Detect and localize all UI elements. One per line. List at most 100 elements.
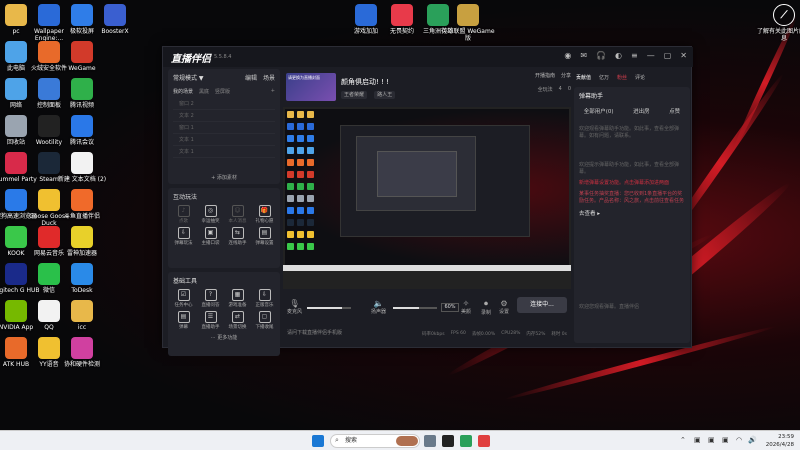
danmaku-panel: 弹幕助手 全部用户(0) 进出房 点赞 欢迎观看弹幕助手功能。如此事，查看全部弹… (574, 87, 690, 343)
scene-tab[interactable]: 竖屏版 (215, 88, 230, 95)
close-icon[interactable]: ✕ (680, 51, 687, 60)
tool-button[interactable]: ⇩ 正版音乐 (251, 289, 278, 308)
add-scene-icon[interactable]: + (271, 88, 275, 95)
guide-button[interactable]: 开播指南 (535, 72, 555, 79)
tool-button[interactable]: ◎ 幸运抽奖 (197, 205, 224, 224)
record-button[interactable]: ⏺ 录制 (481, 299, 491, 316)
more-tools-button[interactable]: ⋯ 更多功能 (168, 334, 280, 341)
taskbar-clock[interactable]: 23:59 2026/4/28 (766, 433, 794, 449)
delta-force-taskbar-icon[interactable] (460, 435, 472, 447)
beauty-button[interactable]: ✧ 美颜 (461, 299, 471, 315)
fans-tab[interactable]: 粉丝 (617, 74, 627, 81)
tool-button[interactable]: 🎁 礼物心愿 (251, 205, 278, 224)
stat-fps: FPS 60 (450, 331, 466, 336)
tool-button[interactable]: ♪ 点歌 (170, 205, 197, 224)
live-companion-window[interactable]: 直播伴侣 5.5.8.4 ◉ ✉ 🎧 ◐ ≡ — ▢ ✕ 常规模式 ▼ 编辑 场… (162, 46, 693, 356)
app-tray-icon[interactable]: ▣ (708, 436, 715, 444)
preview-desktop-icon (307, 111, 314, 118)
tool-button[interactable]: ⇆ 连线助手 (224, 227, 251, 246)
volume-icon[interactable]: 🔊 (748, 436, 757, 444)
speaker-volume-slider[interactable] (393, 307, 437, 309)
view-task-button[interactable]: 去查看 ▸ (574, 207, 690, 219)
start-live-button[interactable]: 连接中... (517, 297, 567, 313)
desktop-shortcut[interactable]: icc (54, 300, 110, 331)
app-tray-icon[interactable]: ▣ (694, 436, 701, 444)
source-item[interactable]: 窗口 2 (173, 98, 275, 110)
tool-label: 弹幕 (179, 325, 188, 330)
tool-icon: ▤ (177, 311, 190, 323)
all-play-button[interactable]: 全玩法 (538, 86, 553, 93)
skin-icon[interactable]: ◐ (615, 51, 622, 60)
source-item[interactable]: 窗口 1 (173, 122, 275, 134)
search-highlight-icon[interactable] (396, 436, 418, 446)
tool-button[interactable]: ☰ 直播助手 (197, 311, 224, 330)
add-source-button[interactable]: + 添加素材 (168, 174, 280, 181)
desktop-shortcut[interactable]: 协和硬件检测 (54, 337, 110, 368)
tool-icon: ▣ (204, 227, 217, 239)
category-tag[interactable]: 路人王 (374, 90, 396, 99)
live-companion-taskbar-icon[interactable] (478, 435, 490, 447)
start-icon[interactable] (312, 435, 324, 447)
tool-label: 下播收尾 (255, 325, 274, 330)
speaker-percent[interactable]: 60% (441, 303, 459, 312)
app-tray-icon[interactable]: ▣ (722, 436, 729, 444)
tool-button[interactable]: ▦ 游戏准备 (224, 289, 251, 308)
wifi-icon[interactable]: ◠ (736, 436, 742, 444)
desktop-shortcut[interactable]: 腾讯会议 (54, 115, 110, 146)
tool-button[interactable]: ▤ 弹幕 (170, 311, 197, 330)
tool-button[interactable]: ▢ 下播收尾 (251, 311, 278, 330)
tool-button[interactable]: ▤ 弹幕设置 (251, 227, 278, 246)
tool-button[interactable]: ? 直播问答 (197, 289, 224, 308)
tool-button[interactable]: ▣ 主播口袋 (197, 227, 224, 246)
cover-thumbnail[interactable]: 请更换为直播封面 (286, 73, 336, 101)
desktop-shortcut[interactable]: 斗鱼直播伴侣 (54, 189, 110, 220)
minimize-icon[interactable]: — (647, 51, 655, 60)
stream-preview[interactable] (283, 107, 571, 289)
edit-button[interactable]: 编辑 (245, 75, 257, 82)
tool-button[interactable]: ⇩ 弹幕玩法 (170, 227, 197, 246)
chevron-up-icon[interactable]: ⌃ (680, 436, 686, 444)
tool-button[interactable]: ☺ 本人消息 (224, 205, 251, 224)
desktop-shortcut[interactable]: 雷神加速器 (54, 226, 110, 257)
task-view-icon[interactable] (424, 435, 436, 447)
share-button[interactable]: 分享 (561, 72, 571, 79)
desktop-shortcut[interactable]: ToDesk (54, 263, 110, 294)
scene-tab[interactable]: 我的场景 (173, 88, 193, 95)
desktop-shortcut[interactable]: WeGame (54, 41, 110, 72)
source-item[interactable]: 文本 2 (173, 110, 275, 122)
settings-button[interactable]: ⚙ 设置 (499, 299, 509, 315)
scene-button[interactable]: 场景 (263, 75, 275, 82)
mail-icon[interactable]: ✉ (580, 51, 587, 60)
todesk-icon (71, 263, 93, 285)
terminal-icon[interactable] (442, 435, 454, 447)
info-icon[interactable]: ⟋ 了解有关此图片的信息 (756, 4, 800, 42)
download-hint[interactable]: 请问下载直播伴侣手机版 (287, 329, 342, 336)
tab-enter-exit[interactable]: 进出房 (633, 107, 650, 115)
tool-button[interactable]: ☑ 任务中心 (170, 289, 197, 308)
speaker-control[interactable]: 🔈 扬声器 (371, 299, 386, 315)
source-item[interactable]: 文本 1 (173, 146, 275, 158)
mode-dropdown[interactable]: 常规模式 ▼ (173, 73, 204, 82)
mic-control[interactable]: 🎙 麦克风 (287, 299, 302, 315)
tab-all-users[interactable]: 全部用户(0) (584, 107, 614, 115)
scene-tab[interactable]: 黑底 (199, 88, 209, 95)
headset-icon[interactable]: 🎧 (596, 51, 606, 60)
contribution-tab[interactable]: 贡献值 (576, 74, 591, 81)
category-tag[interactable]: 王者荣耀 (341, 90, 368, 99)
mic-volume-slider[interactable] (307, 307, 351, 309)
source-item[interactable]: 文本 1 (173, 134, 275, 146)
tool-button[interactable]: ⇄ 场景切换 (224, 311, 251, 330)
menu-icon[interactable]: ≡ (631, 51, 638, 60)
avatar[interactable]: ◉ (564, 51, 571, 60)
danmaku-link[interactable]: 新增弹幕设置功能。点击弹幕添加进两面 (574, 178, 690, 189)
desktop-shortcut[interactable]: 新建 文本文档 (2) (54, 152, 110, 183)
lol-icon (457, 4, 479, 26)
desktop-shortcut[interactable]: 腾讯视频 (54, 78, 110, 109)
maximize-icon[interactable]: ▢ (664, 51, 672, 60)
stream-title[interactable]: 颜角俱启动! ! ! (341, 77, 395, 87)
left-panel: 常规模式 ▼ 编辑 场景 我的场景 黑底 竖屏版 + 窗口 2 文本 2 窗口 … (168, 69, 280, 356)
comment-tab[interactable]: 评论 (635, 74, 645, 81)
tab-likes[interactable]: 点赞 (669, 107, 680, 115)
desktop-shortcut[interactable]: 英雄联盟 WeGame版 (440, 4, 496, 42)
desktop-shortcut[interactable]: BoosterX (87, 4, 143, 35)
